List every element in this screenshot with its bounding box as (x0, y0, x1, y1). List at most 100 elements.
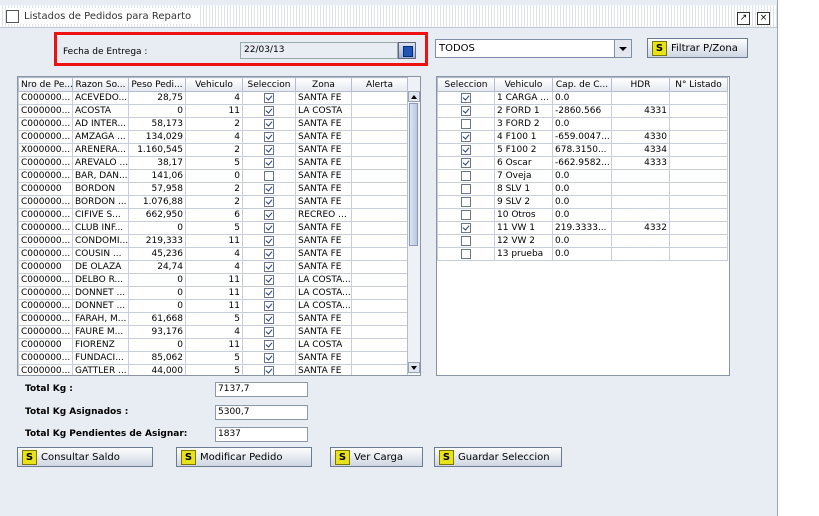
seleccion-cell[interactable] (242, 273, 296, 287)
seleccion-checkbox[interactable] (461, 118, 471, 129)
scroll-thumb[interactable] (409, 103, 418, 246)
table-row[interactable]: C000000... AD INTER... 58,173 2 SANTA FE (18, 117, 408, 131)
seleccion-checkbox[interactable] (264, 92, 274, 103)
seleccion-cell[interactable] (242, 104, 296, 118)
guardar-seleccion-button[interactable]: S Guardar Seleccion (434, 447, 562, 467)
table-row[interactable]: C000000... ACEVEDO... 28,75 4 SANTA FE (18, 91, 408, 105)
seleccion-cell[interactable] (437, 195, 495, 209)
pedidos-col-header[interactable]: Vehiculo (185, 77, 243, 92)
vehiculos-col-header[interactable]: HDR (611, 77, 670, 92)
table-row[interactable]: 5 F100 2 678.3150... 4334 (437, 143, 728, 157)
seleccion-cell[interactable] (242, 312, 296, 326)
fecha-entrega-field[interactable]: 22/03/13 (240, 42, 398, 59)
seleccion-cell[interactable] (242, 143, 296, 157)
seleccion-cell[interactable] (242, 286, 296, 300)
table-row[interactable]: C000000... FARAH, M... 61,668 5 SANTA FE (18, 312, 408, 326)
seleccion-checkbox[interactable] (461, 157, 471, 168)
table-row[interactable]: C000000... COUSIN ... 45,236 4 SANTA FE (18, 247, 408, 261)
table-row[interactable]: 10 Otros 0.0 (437, 208, 728, 222)
seleccion-cell[interactable] (242, 130, 296, 144)
seleccion-checkbox[interactable] (461, 131, 471, 142)
table-row[interactable]: 3 FORD 2 0.0 (437, 117, 728, 131)
table-row[interactable]: C000000 BORDON 57,958 2 SANTA FE (18, 182, 408, 196)
seleccion-checkbox[interactable] (264, 287, 274, 298)
seleccion-cell[interactable] (242, 351, 296, 365)
pedidos-col-header[interactable]: Peso Pedi... (128, 77, 186, 92)
seleccion-checkbox[interactable] (461, 105, 471, 116)
seleccion-checkbox[interactable] (461, 92, 471, 103)
seleccion-checkbox[interactable] (264, 209, 274, 220)
table-row[interactable]: C000000... DONNET ... 0 11 LA COSTA... (18, 286, 408, 300)
seleccion-cell[interactable] (242, 247, 296, 261)
filtrar-zona-button[interactable]: S Filtrar P/Zona (647, 38, 748, 58)
seleccion-checkbox[interactable] (264, 339, 274, 350)
seleccion-cell[interactable] (437, 169, 495, 183)
seleccion-cell[interactable] (242, 221, 296, 235)
total-asignados-field[interactable]: 5300,7 (215, 405, 308, 420)
seleccion-cell[interactable] (242, 338, 296, 352)
seleccion-checkbox[interactable] (264, 144, 274, 155)
seleccion-cell[interactable] (242, 260, 296, 274)
total-pendientes-field[interactable]: 1837 (215, 427, 308, 442)
table-row[interactable]: C000000... DONNET ... 0 11 LA COSTA... (18, 299, 408, 313)
table-row[interactable]: C000000... CLUB INF... 0 5 SANTA FE (18, 221, 408, 235)
table-row[interactable]: C000000... AREVALO ... 38,17 5 SANTA FE (18, 156, 408, 170)
seleccion-cell[interactable] (242, 325, 296, 339)
restore-icon[interactable]: ↗ (737, 12, 750, 25)
seleccion-cell[interactable] (242, 156, 296, 170)
table-row[interactable]: C000000... ACOSTA 0 11 LA COSTA (18, 104, 408, 118)
seleccion-checkbox[interactable] (264, 235, 274, 246)
vehiculos-col-header[interactable]: Cap. de C... (552, 77, 612, 92)
table-row[interactable]: 8 SLV 1 0.0 (437, 182, 728, 196)
seleccion-cell[interactable] (242, 208, 296, 222)
total-kg-field[interactable]: 7137,7 (215, 382, 308, 397)
table-row[interactable]: 11 VW 1 219.3333... 4332 (437, 221, 728, 235)
pedidos-col-header[interactable]: Seleccion (242, 77, 296, 92)
table-row[interactable]: C000000... GATTLER ... 44,000 5 SANTA FE (18, 364, 408, 375)
table-row[interactable]: 13 prueba 0.0 (437, 247, 728, 261)
scroll-up-icon[interactable] (408, 91, 420, 102)
seleccion-checkbox[interactable] (264, 326, 274, 337)
seleccion-checkbox[interactable] (264, 365, 274, 375)
modificar-pedido-button[interactable]: S Modificar Pedido (176, 447, 312, 467)
seleccion-checkbox[interactable] (264, 248, 274, 259)
table-row[interactable]: 9 SLV 2 0.0 (437, 195, 728, 209)
table-row[interactable]: C000000... AMZAGA ... 134,029 4 SANTA FE (18, 130, 408, 144)
seleccion-cell[interactable] (437, 117, 495, 131)
seleccion-cell[interactable] (242, 117, 296, 131)
seleccion-cell[interactable] (437, 221, 495, 235)
seleccion-checkbox[interactable] (264, 274, 274, 285)
table-row[interactable]: C000000... CONDOMI... 219,333 11 SANTA FE (18, 234, 408, 248)
seleccion-checkbox[interactable] (264, 196, 274, 207)
seleccion-checkbox[interactable] (264, 313, 274, 324)
seleccion-cell[interactable] (437, 130, 495, 144)
seleccion-cell[interactable] (437, 247, 495, 261)
close-icon[interactable]: × (757, 12, 770, 25)
seleccion-checkbox[interactable] (461, 196, 471, 207)
seleccion-checkbox[interactable] (264, 352, 274, 363)
chevron-down-icon[interactable] (614, 40, 631, 57)
seleccion-checkbox[interactable] (264, 183, 274, 194)
pedidos-scrollbar[interactable] (407, 77, 420, 374)
seleccion-cell[interactable] (437, 208, 495, 222)
ver-carga-button[interactable]: S Ver Carga (330, 447, 423, 467)
pedidos-col-header[interactable]: Razon So... (72, 77, 129, 92)
seleccion-checkbox[interactable] (264, 300, 274, 311)
table-row[interactable]: 6 Oscar -662.9582... 4333 (437, 156, 728, 170)
seleccion-cell[interactable] (242, 364, 296, 375)
seleccion-checkbox[interactable] (264, 131, 274, 142)
pedidos-col-header[interactable]: Alerta (351, 77, 408, 92)
consultar-saldo-button[interactable]: S Consultar Saldo (17, 447, 153, 467)
window-menu-icon[interactable] (6, 9, 19, 23)
seleccion-checkbox[interactable] (461, 209, 471, 220)
vehiculos-col-header[interactable]: Vehiculo (494, 77, 553, 92)
table-row[interactable]: C000000... CIFIVE S... 662,950 6 RECREO ... (18, 208, 408, 222)
seleccion-cell[interactable] (437, 234, 495, 248)
seleccion-checkbox[interactable] (264, 261, 274, 272)
table-row[interactable]: 1 CARGA ... 0.0 (437, 91, 728, 105)
seleccion-cell[interactable] (242, 169, 296, 183)
table-row[interactable]: C000000... FAURE M... 93,176 4 SANTA FE (18, 325, 408, 339)
table-row[interactable]: C000000... BORDON ... 1.076,88 2 SANTA FE (18, 195, 408, 209)
seleccion-checkbox[interactable] (461, 235, 471, 246)
seleccion-cell[interactable] (242, 91, 296, 105)
